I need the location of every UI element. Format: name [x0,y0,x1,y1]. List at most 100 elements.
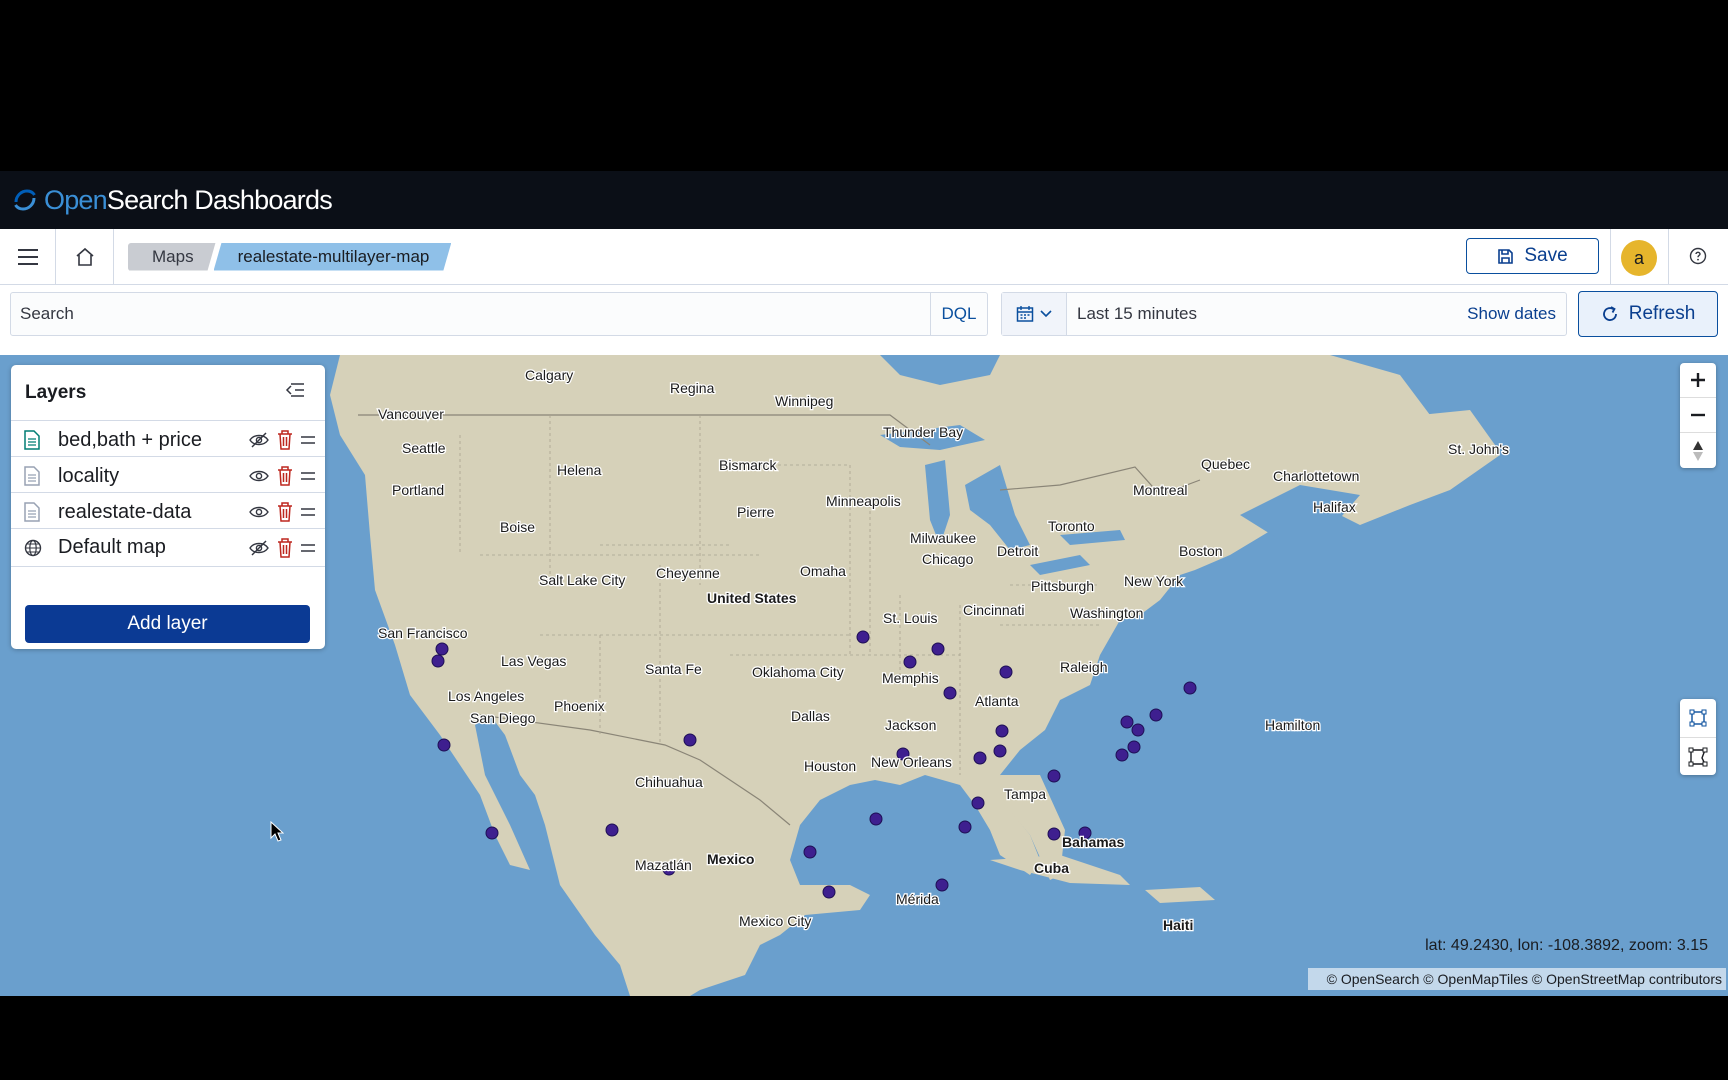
map-marker[interactable] [437,738,451,752]
map-marker[interactable] [973,751,987,765]
map-marker[interactable] [943,686,957,700]
refresh-button[interactable]: Refresh [1578,291,1718,337]
nav-divider [1610,229,1611,284]
zoom-out-button[interactable] [1680,398,1716,433]
add-layer-button[interactable]: Add layer [25,605,310,643]
layer-name[interactable]: bed,bath + price [58,429,249,452]
map-marker[interactable] [869,812,883,826]
layer-row[interactable]: realestate-data [11,492,325,531]
draw-rectangle-button[interactable] [1680,699,1716,738]
eye-closed-icon[interactable] [249,539,269,556]
map-marker[interactable] [1131,723,1145,737]
map-marker[interactable] [1149,708,1163,722]
brand-name[interactable]: OpenSearch Dashboards [44,185,333,216]
date-picker: Last 15 minutes Show dates [1001,292,1567,336]
eye-icon[interactable] [249,504,269,520]
map-canvas[interactable]: Calgary Regina Winnipeg Vancouver Seattl… [0,355,1728,996]
time-range-label[interactable]: Last 15 minutes [1077,304,1197,324]
map-marker[interactable] [1127,740,1141,754]
quick-date-menu-button[interactable] [1002,293,1067,335]
layers-panel: Layers bed,bath + price locality realest… [11,365,325,649]
layer-name[interactable]: realestate-data [58,501,249,524]
save-button[interactable]: Save [1466,238,1599,274]
collapse-panel-icon[interactable] [285,383,305,397]
query-language-button[interactable]: DQL [930,293,987,335]
home-button[interactable] [56,229,114,284]
layer-row[interactable]: Default map [11,528,325,567]
city-label: Quebec [1201,456,1250,472]
layer-row[interactable]: bed,bath + price [11,420,325,459]
calendar-icon [1016,306,1034,322]
layer-row[interactable]: locality [11,456,325,495]
home-icon [75,247,94,266]
trash-icon[interactable] [277,537,293,558]
compass-button[interactable] [1680,433,1716,468]
zoom-in-button[interactable] [1680,363,1716,398]
map-marker[interactable] [1047,827,1061,841]
show-dates-link[interactable]: Show dates [1467,304,1556,324]
drag-handle-icon[interactable] [301,471,315,481]
map-marker[interactable] [485,826,499,840]
city-label: Washington [1070,605,1143,621]
map-marker[interactable] [683,733,697,747]
country-label: Haiti [1163,917,1193,933]
map-marker[interactable] [1115,748,1129,762]
menu-button[interactable] [0,229,56,284]
map-marker[interactable] [856,630,870,644]
trash-icon[interactable] [277,466,293,486]
map-marker[interactable] [958,820,972,834]
city-label: Milwaukee [910,530,976,546]
city-label: St. John's [1448,441,1509,457]
layer-name[interactable]: locality [58,465,249,488]
map-marker[interactable] [935,878,949,892]
search-input[interactable] [11,293,933,335]
query-bar: DQL Last 15 minutes Show dates Refresh [0,285,1728,337]
city-label: New York [1124,573,1184,589]
city-label: Cheyenne [656,565,720,581]
eye-icon[interactable] [249,468,269,484]
city-label: Santa Fe [645,661,702,677]
city-label: Calgary [525,367,573,383]
map-marker[interactable] [1047,769,1061,783]
drag-handle-icon[interactable] [301,543,315,553]
country-label: Cuba [1034,860,1069,876]
map-attribution[interactable]: © OpenSearch © OpenMapTiles © OpenStreet… [1308,968,1726,990]
city-label: Salt Lake City [539,572,625,588]
compass-icon [1693,440,1703,461]
draw-polygon-button[interactable] [1680,738,1716,776]
map-marker[interactable] [1120,715,1134,729]
drag-handle-icon[interactable] [301,435,315,445]
map-marker[interactable] [903,655,917,669]
layer-name[interactable]: Default map [58,536,249,559]
eye-closed-icon[interactable] [249,432,269,448]
map-marker[interactable] [803,845,817,859]
country-label: United States [707,590,797,606]
city-label: Cincinnati [963,602,1024,618]
map-marker[interactable] [995,724,1009,738]
map-marker[interactable] [993,744,1007,758]
drag-handle-icon[interactable] [301,507,315,517]
city-label: Portland [392,482,444,498]
city-label: Charlottetown [1273,468,1359,484]
map-marker[interactable] [999,665,1013,679]
hamburger-icon [17,248,38,265]
map-marker[interactable] [1183,681,1197,695]
map-marker[interactable] [971,796,985,810]
nav-divider [1668,229,1669,284]
map-marker[interactable] [435,642,449,656]
map-marker[interactable] [931,642,945,656]
city-label: Mexico City [739,913,811,929]
map-marker[interactable] [822,885,836,899]
trash-icon[interactable] [277,502,293,522]
map-marker[interactable] [431,654,445,668]
help-icon[interactable] [1688,246,1708,266]
document-icon [24,430,44,450]
breadcrumb-maps[interactable]: Maps [128,243,216,271]
map-marker[interactable] [605,823,619,837]
city-label: Montreal [1133,482,1187,498]
city-label: Memphis [882,670,939,686]
city-label: Winnipeg [775,393,833,409]
trash-icon[interactable] [277,430,293,450]
search-bar: DQL [10,292,988,336]
avatar[interactable]: a [1621,240,1657,276]
